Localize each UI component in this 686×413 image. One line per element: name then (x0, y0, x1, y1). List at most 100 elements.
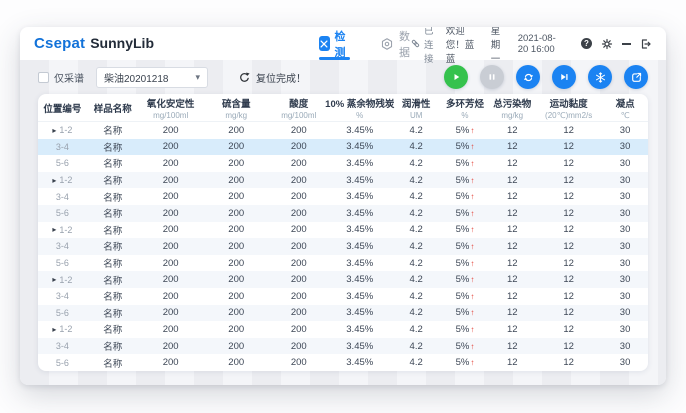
cell-lubricity: 4.2 (392, 191, 441, 202)
table-row[interactable]: 5-6名称2002002003.45%4.25%↑121230 (38, 354, 648, 371)
acquire-only-checkbox[interactable] (38, 72, 49, 83)
column-header-carbon-residue: 10% 蒸余物残炭% (328, 94, 392, 121)
app-logo: Csepat SunnyLib (34, 35, 154, 52)
minimize-button[interactable] (622, 43, 631, 45)
table-row[interactable]: 5-6名称2002002003.45%4.25%↑121230 (38, 255, 648, 272)
expand-arrow-icon[interactable]: ▸ (52, 275, 56, 284)
table-row[interactable]: 5-6名称2002002003.45%4.25%↑121230 (38, 205, 648, 222)
table-row[interactable]: 5-6名称2002002003.45%4.25%↑121230 (38, 155, 648, 172)
cell-total-contaminants: 12 (489, 274, 535, 285)
cell-total-contaminants: 12 (489, 357, 535, 368)
cell-sulfur-content: 200 (203, 125, 270, 136)
cell-carbon-residue: 3.45% (328, 357, 392, 368)
table-row[interactable]: 3-4名称2002002003.45%4.25%↑121230 (38, 288, 648, 305)
cell-total-contaminants: 12 (489, 258, 535, 269)
cell-lubricity: 4.2 (392, 208, 441, 219)
skip-next-button[interactable] (552, 65, 576, 89)
expand-arrow-icon[interactable]: ▸ (52, 126, 56, 135)
cell-kinematic-viscosity: 12 (535, 191, 602, 202)
reset-refresh-icon[interactable] (238, 71, 251, 84)
cell-kinematic-viscosity: 12 (535, 258, 602, 269)
table-row[interactable]: 5-6名称2002002003.45%4.25%↑121230 (38, 305, 648, 322)
table-row[interactable]: ▸1-2名称2002002003.45%4.25%↑121230 (38, 122, 648, 139)
position-cell: 5-6 (38, 358, 87, 368)
cell-oxidation-stability: 200 (139, 324, 203, 335)
cell-oxidation-stability: 200 (139, 274, 203, 285)
tab-data[interactable]: 数据 (380, 27, 410, 60)
trend-up-icon: ↑ (470, 176, 474, 185)
position-cell: 3-4 (38, 192, 87, 202)
position-cell: 3-4 (38, 241, 87, 251)
table-row[interactable]: ▸1-2名称2002002003.45%4.25%↑121230 (38, 172, 648, 189)
settings-gear-icon[interactable] (601, 38, 613, 50)
snowflake-button[interactable] (588, 65, 612, 89)
active-tab-underline (319, 57, 350, 60)
cell-lubricity: 4.2 (392, 175, 441, 186)
cell-sample-name: 名称 (87, 156, 139, 170)
table-row[interactable]: 3-4名称2002002003.45%4.25%↑121230 (38, 188, 648, 205)
trend-up-icon: ↑ (470, 242, 474, 251)
cell-oxidation-stability: 200 (139, 307, 203, 318)
position-cell: ▸1-2 (38, 324, 87, 334)
cell-kinematic-viscosity: 12 (535, 158, 602, 169)
sample-select-value: 柴油20201218 (104, 70, 169, 85)
position-cell: 3-4 (38, 142, 87, 152)
cell-lubricity: 4.2 (392, 241, 441, 252)
cell-pah: 5%↑ (441, 241, 490, 252)
exit-icon[interactable] (640, 38, 652, 50)
expand-arrow-icon[interactable]: ▸ (52, 225, 56, 234)
cell-sample-name: 名称 (87, 306, 139, 320)
trend-up-icon: ↑ (470, 259, 474, 268)
start-button[interactable] (444, 65, 468, 89)
cell-lubricity: 4.2 (392, 158, 441, 169)
expand-arrow-icon[interactable]: ▸ (52, 176, 56, 185)
chevron-down-icon: ▾ (195, 72, 200, 83)
column-header-sample-name: 样品名称 (87, 94, 139, 121)
trend-up-icon: ↑ (470, 358, 474, 367)
trend-up-icon: ↑ (470, 142, 474, 151)
cell-total-contaminants: 12 (489, 224, 535, 235)
data-hexagon-icon (380, 37, 394, 51)
window-controls: ? (581, 38, 652, 50)
sync-button[interactable] (516, 65, 540, 89)
position-cell: 5-6 (38, 158, 87, 168)
cell-pah: 5%↑ (441, 125, 490, 136)
cell-oxidation-stability: 200 (139, 258, 203, 269)
table-row[interactable]: 3-4名称2002002003.45%4.25%↑121230 (38, 238, 648, 255)
cell-carbon-residue: 3.45% (328, 324, 392, 335)
cell-pour-point: 30 (602, 224, 648, 235)
main-nav: 检测 数据 (319, 27, 410, 60)
trend-up-icon: ↑ (470, 209, 474, 218)
cell-acidity: 200 (270, 241, 328, 252)
cell-sulfur-content: 200 (203, 274, 270, 285)
tab-detect[interactable]: 检测 (319, 27, 350, 60)
cell-total-contaminants: 12 (489, 291, 535, 302)
table-row[interactable]: ▸1-2名称2002002003.45%4.25%↑121230 (38, 321, 648, 338)
expand-arrow-icon[interactable]: ▸ (52, 325, 56, 334)
tab-detect-label: 检测 (335, 28, 350, 60)
cell-pour-point: 30 (602, 175, 648, 186)
cell-pah: 5%↑ (441, 274, 490, 285)
position-cell: 5-6 (38, 258, 87, 268)
column-header-oxidation-stability: 氧化安定性mg/100ml (139, 94, 203, 121)
help-button[interactable]: ? (581, 38, 592, 49)
cell-oxidation-stability: 200 (139, 141, 203, 152)
pause-button[interactable] (480, 65, 504, 89)
toolbar: 仅采谱 柴油20201218 ▾ 复位完成！ (20, 60, 666, 94)
table-row[interactable]: 3-4名称2002002003.45%4.25%↑121230 (38, 139, 648, 156)
table-row[interactable]: ▸1-2名称2002002003.45%4.25%↑121230 (38, 271, 648, 288)
cell-lubricity: 4.2 (392, 224, 441, 235)
table-row[interactable]: ▸1-2名称2002002003.45%4.25%↑121230 (38, 222, 648, 239)
table-body: ▸1-2名称2002002003.45%4.25%↑1212303-4名称200… (38, 122, 648, 371)
cell-lubricity: 4.2 (392, 341, 441, 352)
cell-kinematic-viscosity: 12 (535, 224, 602, 235)
sample-select[interactable]: 柴油20201218 ▾ (96, 67, 208, 88)
cell-pah: 5%↑ (441, 158, 490, 169)
cell-oxidation-stability: 200 (139, 291, 203, 302)
cell-acidity: 200 (270, 274, 328, 285)
cell-kinematic-viscosity: 12 (535, 341, 602, 352)
table-row[interactable]: 3-4名称2002002003.45%4.25%↑121230 (38, 338, 648, 355)
export-button[interactable] (624, 65, 648, 89)
cell-lubricity: 4.2 (392, 125, 441, 136)
tab-data-label: 数据 (399, 28, 410, 60)
